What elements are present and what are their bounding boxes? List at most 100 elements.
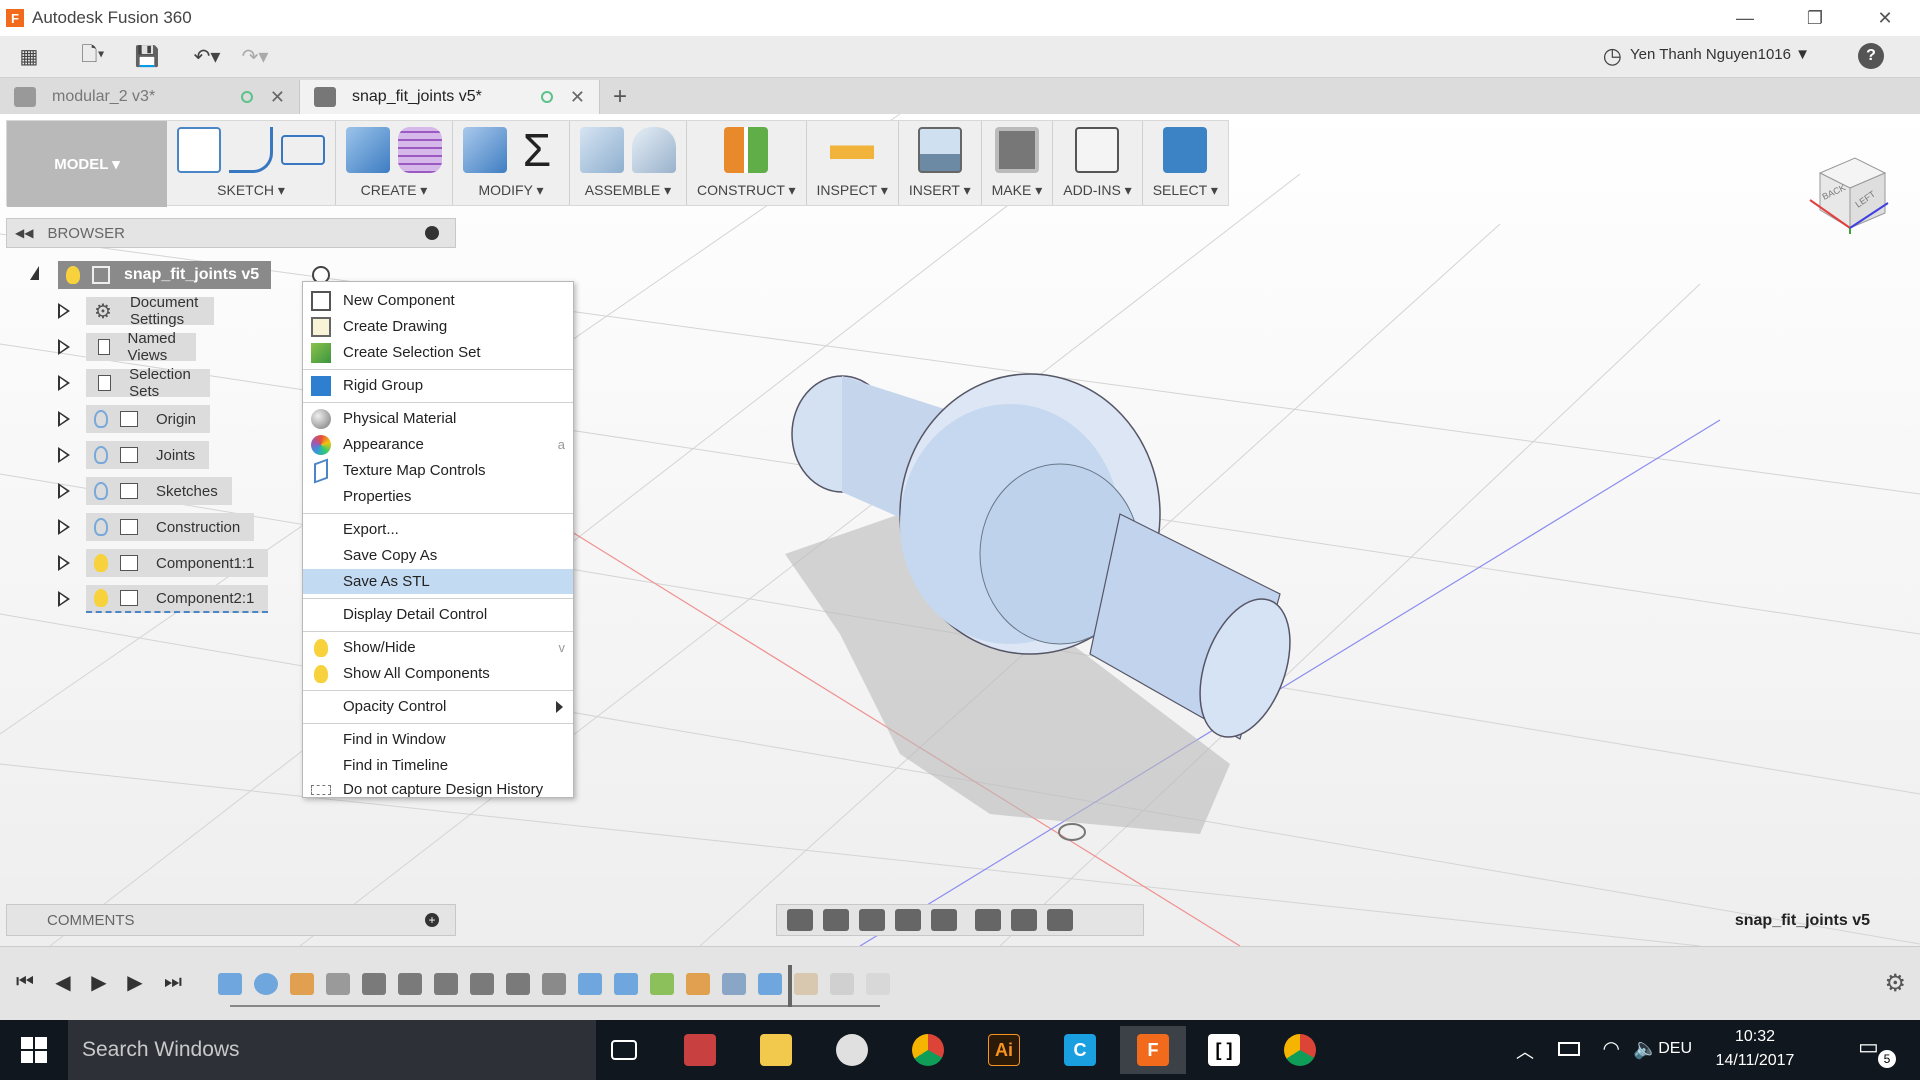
- save-icon[interactable]: 💾: [130, 42, 164, 72]
- visibility-bulb-icon[interactable]: [94, 518, 108, 536]
- visibility-bulb-icon[interactable]: [94, 554, 108, 572]
- menu-item-show-hide[interactable]: Show/Hide v: [303, 635, 573, 660]
- root-expand-icon[interactable]: [30, 266, 39, 280]
- menu-item-display-detail-control[interactable]: Display Detail Control: [303, 602, 573, 627]
- clock-date[interactable]: 14/11/2017: [1700, 1052, 1810, 1070]
- timeline-feature-icon[interactable]: [758, 973, 782, 995]
- joint-icon[interactable]: [632, 127, 676, 173]
- taskbar-app-c[interactable]: C: [1052, 1026, 1108, 1074]
- taskbar-fusion-360[interactable]: F: [1120, 1026, 1186, 1074]
- workspace-switcher-button[interactable]: MODEL ▾: [7, 121, 167, 207]
- visibility-bulb-icon[interactable]: [94, 410, 108, 428]
- construct-group[interactable]: CONSTRUCT ▾: [687, 121, 807, 205]
- timeline-feature-icon[interactable]: [290, 973, 314, 995]
- timeline-feature-icon[interactable]: [614, 973, 638, 995]
- viewcube[interactable]: BACK LEFT: [1800, 148, 1890, 238]
- expand-icon[interactable]: [58, 339, 70, 355]
- add-ins-group[interactable]: ADD-INS ▾: [1053, 121, 1143, 205]
- construct-menu-label[interactable]: CONSTRUCT ▾: [697, 182, 796, 199]
- job-status-clock-icon[interactable]: ◷: [1603, 43, 1622, 69]
- menu-item-physical-material[interactable]: Physical Material: [303, 406, 573, 431]
- timeline-feature-icon[interactable]: [434, 973, 458, 995]
- expand-icon[interactable]: [58, 591, 70, 607]
- close-button[interactable]: ✕: [1850, 0, 1920, 36]
- zoom-icon[interactable]: [895, 909, 921, 931]
- go-to-start-icon[interactable]: ⏮: [14, 971, 36, 993]
- help-icon[interactable]: ?: [1858, 43, 1884, 69]
- clock-time[interactable]: 10:32: [1700, 1028, 1810, 1046]
- new-tab-button[interactable]: +: [600, 80, 640, 114]
- menu-item-find-in-timeline[interactable]: Find in Timeline: [303, 753, 573, 778]
- menu-item-properties[interactable]: Properties: [303, 484, 573, 509]
- taskbar-app-bracket[interactable]: [ ]: [1196, 1026, 1252, 1074]
- play-icon[interactable]: ▶: [88, 971, 110, 994]
- line-icon[interactable]: [229, 127, 273, 173]
- wifi-icon[interactable]: ◠: [1603, 1036, 1620, 1061]
- timeline-feature-icon[interactable]: [830, 973, 854, 995]
- orbit-icon[interactable]: [787, 909, 813, 931]
- modify-group[interactable]: Σ MODIFY ▾: [453, 121, 570, 205]
- menu-item-find-in-window[interactable]: Find in Window: [303, 727, 573, 752]
- undo-icon[interactable]: ↶▾: [190, 42, 224, 72]
- sketch-menu-label[interactable]: SKETCH ▾: [217, 182, 285, 199]
- select-group[interactable]: SELECT ▾: [1143, 121, 1228, 205]
- menu-item-create-drawing[interactable]: Create Drawing: [303, 314, 573, 339]
- measure-ruler-icon[interactable]: [830, 127, 875, 173]
- timeline-feature-icon[interactable]: [218, 973, 242, 995]
- comments-panel-header[interactable]: COMMENTS +: [6, 904, 456, 936]
- windows-start-button[interactable]: [0, 1020, 68, 1080]
- step-forward-icon[interactable]: ▶: [124, 971, 146, 994]
- step-back-icon[interactable]: ◀: [52, 971, 74, 994]
- menu-item-new-component[interactable]: New Component: [303, 288, 573, 313]
- create-menu-label[interactable]: CREATE ▾: [361, 182, 428, 199]
- expand-icon[interactable]: [58, 483, 70, 499]
- extrude-icon[interactable]: [346, 127, 390, 173]
- minimize-button[interactable]: —: [1710, 0, 1780, 36]
- make-group[interactable]: MAKE ▾: [982, 121, 1054, 205]
- create-sketch-icon[interactable]: [177, 127, 221, 173]
- inspect-menu-label[interactable]: INSPECT ▾: [817, 182, 888, 199]
- timeline-feature-icon[interactable]: [866, 973, 890, 995]
- taskbar-search-box[interactable]: Search Windows: [68, 1020, 596, 1080]
- timeline-feature-icon[interactable]: [542, 973, 566, 995]
- taskbar-chrome-2[interactable]: [1272, 1026, 1328, 1074]
- restore-button[interactable]: ❐: [1780, 0, 1850, 36]
- user-account-menu[interactable]: Yen Thanh Nguyen1016 ▼: [1630, 46, 1810, 63]
- go-to-end-icon[interactable]: ⏭: [162, 971, 184, 993]
- expand-icon[interactable]: [58, 411, 70, 427]
- data-panel-grid-icon[interactable]: ▦: [12, 42, 46, 72]
- taskbar-app-3[interactable]: [824, 1026, 880, 1074]
- expand-icon[interactable]: [58, 555, 70, 571]
- file-menu-icon[interactable]: 🗋▾: [76, 42, 110, 72]
- timeline-feature-icon[interactable]: [722, 973, 746, 995]
- timeline-feature-icon[interactable]: [650, 973, 674, 995]
- visibility-bulb-icon[interactable]: [94, 446, 108, 464]
- timeline-feature-icon[interactable]: [362, 973, 386, 995]
- insert-image-icon[interactable]: [917, 127, 962, 173]
- menu-item-export[interactable]: Export...: [303, 517, 573, 542]
- select-cursor-icon[interactable]: [1163, 127, 1208, 173]
- browser-panel-header[interactable]: ◀◀ BROWSER: [6, 218, 456, 248]
- fit-zoom-window-icon[interactable]: [931, 909, 957, 931]
- menu-item-save-copy-as[interactable]: Save Copy As: [303, 543, 573, 568]
- visibility-bulb-icon[interactable]: [94, 589, 108, 607]
- menu-item-show-all-components[interactable]: Show All Components: [303, 661, 573, 686]
- 3d-print-icon[interactable]: [994, 127, 1039, 173]
- taskbar-app-1[interactable]: [672, 1026, 728, 1074]
- new-component-icon[interactable]: [580, 127, 624, 173]
- create-group[interactable]: CREATE ▾: [336, 121, 453, 205]
- menu-item-opacity-control[interactable]: Opacity Control: [303, 694, 573, 719]
- action-center-icon[interactable]: ▭ 5: [1858, 1034, 1896, 1068]
- timeline-feature-icon[interactable]: [794, 973, 818, 995]
- minimize-panel-icon[interactable]: [425, 226, 439, 240]
- insert-menu-label[interactable]: INSERT ▾: [909, 182, 971, 199]
- menu-item-rigid-group[interactable]: Rigid Group: [303, 373, 573, 398]
- redo-icon[interactable]: ↷▾: [238, 42, 272, 72]
- form-icon[interactable]: [398, 127, 442, 173]
- pan-hand-icon[interactable]: [859, 909, 885, 931]
- language-indicator[interactable]: DEU: [1658, 1040, 1692, 1058]
- expand-icon[interactable]: [58, 447, 70, 463]
- add-comment-icon[interactable]: +: [425, 913, 439, 927]
- close-tab-icon[interactable]: ✕: [270, 87, 285, 108]
- timeline-feature-icon[interactable]: [326, 973, 350, 995]
